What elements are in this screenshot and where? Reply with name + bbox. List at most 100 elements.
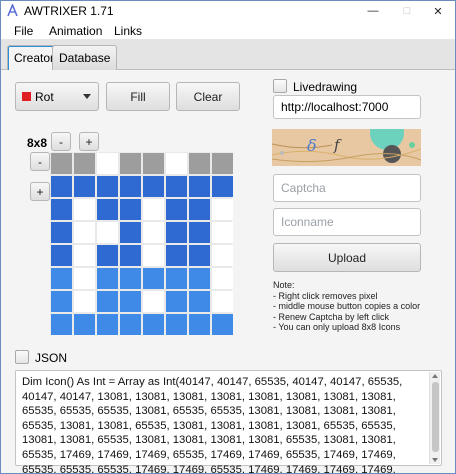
pixel-cell[interactable] bbox=[74, 314, 95, 335]
pixel-cell[interactable] bbox=[189, 222, 210, 243]
pixel-cell[interactable] bbox=[143, 268, 164, 289]
pixel-cell[interactable] bbox=[51, 222, 72, 243]
url-input[interactable]: http://localhost:7000 bbox=[273, 95, 421, 119]
pixel-cell[interactable] bbox=[51, 268, 72, 289]
chevron-down-icon bbox=[83, 94, 91, 99]
vertical-scrollbar[interactable] bbox=[429, 372, 440, 464]
pixel-cell[interactable] bbox=[166, 314, 187, 335]
pixel-cell[interactable] bbox=[51, 153, 72, 174]
note-line: - middle mouse button copies a color bbox=[273, 301, 421, 312]
pixel-cell[interactable] bbox=[143, 314, 164, 335]
pixel-cell[interactable] bbox=[212, 153, 233, 174]
menu-links[interactable]: Links bbox=[114, 24, 142, 38]
menu-file[interactable]: File bbox=[14, 24, 33, 38]
upload-button[interactable]: Upload bbox=[273, 243, 421, 272]
json-checkbox[interactable] bbox=[15, 350, 29, 364]
pixel-cell[interactable] bbox=[51, 245, 72, 266]
fill-button[interactable]: Fill bbox=[106, 82, 170, 111]
pixel-cell[interactable] bbox=[51, 176, 72, 197]
pixel-cell[interactable] bbox=[97, 176, 118, 197]
maximize-button[interactable]: □ bbox=[390, 1, 424, 21]
pixel-cell[interactable] bbox=[120, 153, 141, 174]
pixel-cell[interactable] bbox=[51, 199, 72, 220]
pixel-cell[interactable] bbox=[189, 291, 210, 312]
pixel-cell[interactable] bbox=[143, 153, 164, 174]
scroll-up-icon[interactable] bbox=[432, 374, 438, 378]
pixel-cell[interactable] bbox=[166, 153, 187, 174]
color-select[interactable]: Rot bbox=[15, 82, 99, 111]
pixel-cell[interactable] bbox=[189, 268, 210, 289]
pixel-cell[interactable] bbox=[120, 199, 141, 220]
pixel-cell[interactable] bbox=[74, 245, 95, 266]
pixel-cell[interactable] bbox=[143, 245, 164, 266]
json-label: JSON bbox=[35, 351, 68, 365]
pixel-cell[interactable] bbox=[189, 176, 210, 197]
pixel-cell[interactable] bbox=[97, 245, 118, 266]
pixel-cell[interactable] bbox=[189, 245, 210, 266]
pixel-cell[interactable] bbox=[189, 314, 210, 335]
minimize-button[interactable]: — bbox=[356, 1, 390, 21]
tab-bar: Creator Database bbox=[1, 40, 455, 71]
pixel-cell[interactable] bbox=[212, 291, 233, 312]
pixel-cell[interactable] bbox=[143, 291, 164, 312]
pixel-cell[interactable] bbox=[74, 176, 95, 197]
pixel-cell[interactable] bbox=[143, 176, 164, 197]
pixel-cell[interactable] bbox=[212, 222, 233, 243]
width-decrease-button[interactable]: - bbox=[51, 132, 71, 151]
pixel-cell[interactable] bbox=[189, 153, 210, 174]
pixel-cell[interactable] bbox=[212, 199, 233, 220]
height-decrease-button[interactable]: - bbox=[30, 152, 50, 171]
captcha-image[interactable]: δ f bbox=[272, 129, 421, 166]
pixel-cell[interactable] bbox=[97, 199, 118, 220]
pixel-cell[interactable] bbox=[74, 153, 95, 174]
minus-icon: - bbox=[59, 134, 63, 149]
pixel-cell[interactable] bbox=[74, 268, 95, 289]
clear-button[interactable]: Clear bbox=[176, 82, 240, 111]
pixel-cell[interactable] bbox=[166, 222, 187, 243]
pixel-cell[interactable] bbox=[97, 153, 118, 174]
pixel-cell[interactable] bbox=[120, 176, 141, 197]
pixel-cell[interactable] bbox=[120, 268, 141, 289]
height-increase-button[interactable]: + bbox=[30, 182, 50, 201]
note-line: Note: bbox=[273, 280, 295, 290]
pixel-cell[interactable] bbox=[51, 291, 72, 312]
menu-animation[interactable]: Animation bbox=[49, 24, 102, 38]
note-line: - Right click removes pixel bbox=[273, 290, 378, 301]
pixel-cell[interactable] bbox=[120, 291, 141, 312]
pixel-cell[interactable] bbox=[166, 268, 187, 289]
pixel-cell[interactable] bbox=[189, 199, 210, 220]
close-button[interactable]: ✕ bbox=[421, 1, 455, 21]
svg-text:δ: δ bbox=[307, 136, 317, 155]
pixel-cell[interactable] bbox=[97, 291, 118, 312]
captcha-input[interactable]: Captcha bbox=[273, 174, 421, 202]
code-output-textarea[interactable]: Dim Icon() As Int = Array as Int(40147, … bbox=[15, 370, 442, 473]
pixel-cell[interactable] bbox=[166, 199, 187, 220]
pixel-cell[interactable] bbox=[74, 222, 95, 243]
pixel-cell[interactable] bbox=[212, 314, 233, 335]
pixel-cell[interactable] bbox=[212, 268, 233, 289]
pixel-cell[interactable] bbox=[212, 245, 233, 266]
pixel-cell[interactable] bbox=[212, 176, 233, 197]
pixel-cell[interactable] bbox=[166, 176, 187, 197]
pixel-cell[interactable] bbox=[51, 314, 72, 335]
pixel-grid[interactable] bbox=[50, 152, 233, 335]
pixel-cell[interactable] bbox=[97, 222, 118, 243]
pixel-cell[interactable] bbox=[143, 199, 164, 220]
pixel-cell[interactable] bbox=[143, 222, 164, 243]
pixel-cell[interactable] bbox=[166, 291, 187, 312]
pixel-cell[interactable] bbox=[74, 291, 95, 312]
pixel-cell[interactable] bbox=[120, 222, 141, 243]
pixel-cell[interactable] bbox=[97, 314, 118, 335]
pixel-cell[interactable] bbox=[166, 245, 187, 266]
tab-database[interactable]: Database bbox=[52, 45, 118, 70]
scroll-thumb[interactable] bbox=[432, 382, 439, 452]
scroll-down-icon[interactable] bbox=[432, 458, 438, 462]
pixel-cell[interactable] bbox=[120, 245, 141, 266]
pixel-cell[interactable] bbox=[74, 199, 95, 220]
pixel-cell[interactable] bbox=[120, 314, 141, 335]
width-increase-button[interactable]: + bbox=[79, 132, 99, 151]
iconname-input[interactable]: Iconname bbox=[273, 208, 421, 236]
pixel-cell[interactable] bbox=[97, 268, 118, 289]
livedrawing-checkbox[interactable] bbox=[273, 79, 287, 93]
usage-notes: Note: - Right click removes pixel - midd… bbox=[273, 280, 443, 333]
